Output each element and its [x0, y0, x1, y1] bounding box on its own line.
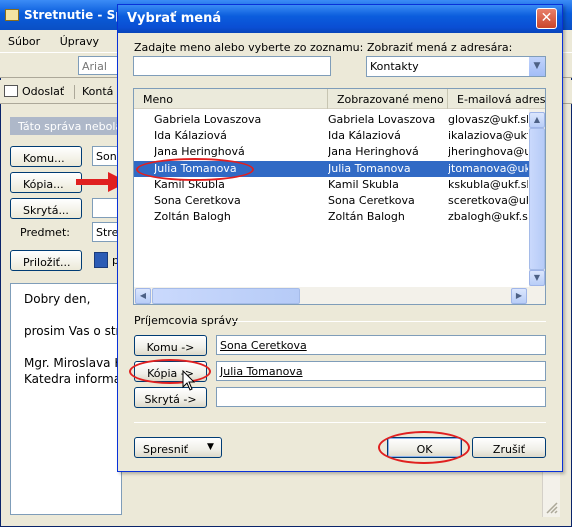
to-recipients-field[interactable]: Sona Ceretkova — [216, 335, 546, 355]
body-line: Mgr. Miroslava K — [24, 356, 123, 370]
menu-edit[interactable]: Úpravy — [60, 35, 99, 48]
contacts-button[interactable]: Kontá — [82, 85, 113, 98]
message-window-title: Stretnutie - Sp — [24, 8, 124, 22]
contact-display-name: Kamil Skubla — [328, 178, 399, 191]
cursor-icon — [182, 370, 196, 391]
to-button[interactable]: Komu... — [10, 146, 82, 167]
scroll-left-icon[interactable]: ◀ — [135, 288, 151, 304]
annotation-arrow — [76, 179, 110, 185]
annotation-oval — [136, 158, 254, 181]
contact-email: glovasz@ukf.sk — [448, 113, 528, 126]
column-header-name[interactable]: Meno — [134, 89, 328, 109]
contact-name: Sona Ceretkova — [154, 194, 241, 207]
message-body[interactable] — [10, 283, 122, 515]
contact-email: jheringhova@ukf — [448, 145, 528, 158]
chevron-down-icon[interactable]: ▼ — [528, 57, 545, 76]
body-line: Dobry den, — [24, 292, 91, 306]
word-doc-icon — [94, 252, 108, 268]
scroll-up-icon[interactable]: ▲ — [529, 112, 545, 128]
scroll-right-icon[interactable]: ▶ — [511, 288, 527, 304]
body-line: Katedra informat — [24, 372, 126, 386]
contact-email: jtomanova@ukf.s — [448, 162, 528, 175]
resize-grip-icon[interactable] — [544, 500, 558, 514]
annotation-oval — [129, 359, 211, 384]
advanced-button-label: Spresniť — [143, 442, 189, 456]
contact-name: Zoltán Balogh — [154, 210, 231, 223]
cc-recipients-field[interactable]: Julia Tomanova — [216, 361, 546, 381]
to-recipient-button[interactable]: Komu -> — [134, 335, 207, 356]
list-item[interactable]: Sona Ceretkova Sona Ceretkova sceretkova… — [134, 193, 529, 209]
attach-button[interactable]: Priložiť... — [10, 250, 82, 271]
contact-email: ikalaziova@ukf.s — [448, 129, 528, 142]
cancel-button[interactable]: Zrušiť — [472, 437, 546, 458]
send-button[interactable]: Odoslať — [22, 85, 64, 98]
contact-name: Ida Kálaziová — [154, 129, 227, 142]
bcc-recipient-button[interactable]: Skrytá -> — [134, 387, 207, 408]
contact-name: Jana Heringhová — [154, 145, 245, 158]
scroll-down-icon[interactable]: ▼ — [529, 270, 545, 286]
search-input[interactable] — [133, 56, 331, 76]
contact-display-name: Zoltán Balogh — [328, 210, 405, 223]
contact-name: Gabriela Lovaszova — [154, 113, 262, 126]
bcc-button[interactable]: Skrytá... — [10, 198, 82, 219]
list-item[interactable]: Zoltán Balogh Zoltán Balogh zbalogh@ukf.… — [134, 209, 529, 225]
recipients-divider — [232, 321, 546, 322]
address-book-label: Zobraziť mená z adresára: — [367, 41, 513, 54]
body-line: prosim Vas o str — [24, 324, 121, 338]
send-icon — [4, 85, 18, 97]
search-label: Zadajte meno alebo vyberte zo zoznamu: — [134, 41, 364, 54]
list-item[interactable]: Gabriela Lovaszova Gabriela Lovaszova gl… — [134, 112, 529, 128]
horizontal-scroll-thumb[interactable] — [152, 288, 300, 304]
cc-button[interactable]: Kópia... — [10, 172, 82, 193]
contact-email: kskubla@ukf.sk — [448, 178, 528, 191]
dialog-divider — [134, 422, 546, 423]
address-book-select[interactable]: Kontakty — [366, 56, 546, 77]
close-icon[interactable]: ✕ — [536, 8, 557, 29]
contact-display-name: Sona Ceretkova — [328, 194, 415, 207]
column-header-email[interactable]: E-mailová adresa — [448, 89, 545, 109]
list-item[interactable]: Ida Kálaziová Ida Kálaziová ikalaziova@u… — [134, 128, 529, 144]
info-bar: Táto správa nebola — [10, 117, 122, 135]
toolbar-separator — [74, 85, 75, 99]
vertical-scroll-thumb[interactable] — [529, 128, 545, 270]
contact-display-name: Ida Kálaziová — [328, 129, 401, 142]
bcc-recipients-field[interactable] — [216, 387, 546, 407]
font-name-box[interactable]: Arial — [78, 56, 118, 75]
contact-email: sceretkova@ukf.s — [448, 194, 528, 207]
subject-label: Predmet: — [20, 226, 70, 239]
dialog-title: Vybrať mená — [127, 11, 222, 26]
menu-file[interactable]: Súbor — [8, 35, 40, 48]
advanced-button[interactable]: Spresniť ▼ — [134, 437, 222, 458]
annotation-oval — [378, 431, 470, 464]
recipients-label: Príjemcovia správy — [134, 314, 239, 327]
contact-display-name: Jana Heringhová — [328, 145, 419, 158]
contact-email: zbalogh@ukf.sk — [448, 210, 528, 223]
column-header-display-name[interactable]: Zobrazované meno — [328, 89, 448, 109]
dropdown-arrow-icon: ▼ — [207, 442, 214, 452]
envelope-icon — [5, 9, 19, 21]
dialog-titlebar: Vybrať mená — [118, 5, 562, 33]
contact-display-name: Gabriela Lovaszova — [328, 113, 436, 126]
contact-display-name: Julia Tomanova — [328, 162, 411, 175]
